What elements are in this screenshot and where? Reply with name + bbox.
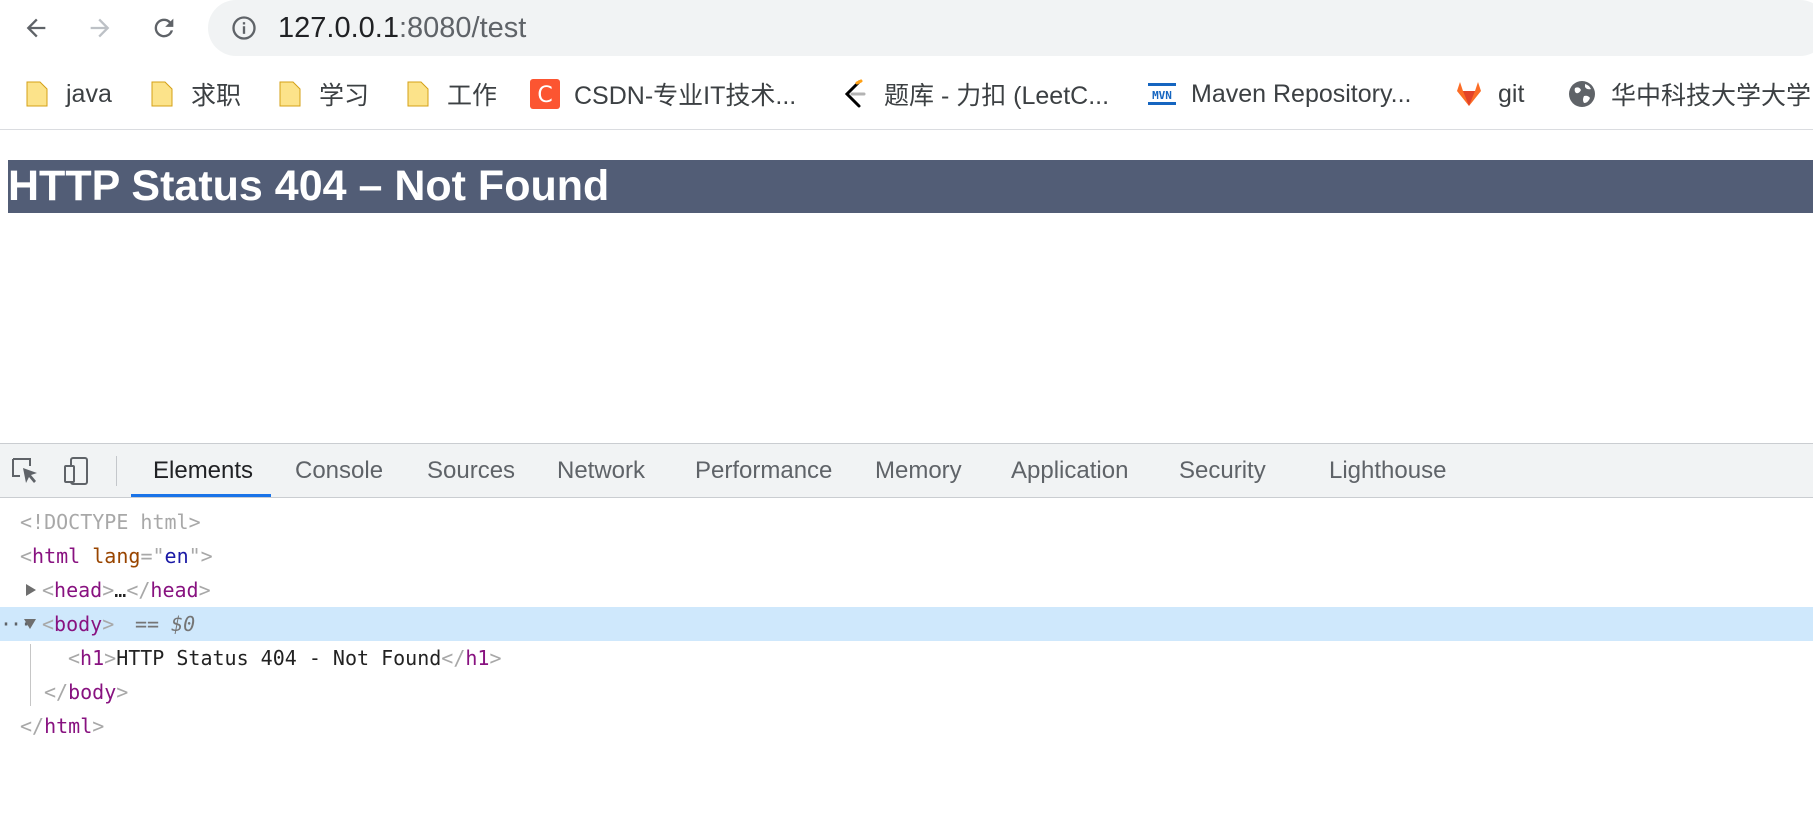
url-text: 127.0.0.1:8080/test <box>278 12 526 45</box>
bookmark-label: 工作 <box>447 82 498 110</box>
bookmark-label: 学习 <box>319 82 370 110</box>
doctype-text: <!DOCTYPE html> <box>20 510 201 534</box>
dom-node-h1[interactable]: <h1>HTTP Status 404 - Not Found</h1> <box>0 641 1813 675</box>
dom-node-body-close[interactable]: </body> <box>0 675 1813 709</box>
url-path: :8080/test <box>398 11 527 44</box>
dom-node-body[interactable]: ··· <body> == $0 <box>0 607 1813 641</box>
bookmark-hust[interactable]: 华中科技大学大学... <box>1567 74 1813 114</box>
dom-node-doctype[interactable]: <!DOCTYPE html> <box>0 505 1813 539</box>
reload-button[interactable] <box>142 6 186 50</box>
bookmark-git[interactable]: git <box>1454 74 1524 114</box>
bookmark-csdn[interactable]: C CSDN-专业IT技术... <box>530 74 796 114</box>
device-icon <box>64 457 88 485</box>
arrow-left-icon <box>26 18 46 38</box>
toolbar-divider <box>0 129 1813 130</box>
browser-toolbar: 127.0.0.1:8080/test <box>0 0 1813 56</box>
head-tag: <head>…</head> <box>42 578 211 602</box>
device-toolbar-button[interactable] <box>60 454 94 488</box>
h1-tag: <h1>HTTP Status 404 - Not Found</h1> <box>68 646 502 670</box>
folder-icon <box>22 79 52 109</box>
inspect-icon <box>12 458 37 483</box>
body-open-tag: <body> <box>42 612 115 636</box>
devtools-tabbar: Elements Console Sources Network Perform… <box>0 444 1813 497</box>
dom-node-head[interactable]: <head>…</head> <box>0 573 1813 607</box>
arrow-right-icon <box>90 18 110 38</box>
url-host: 127.0.0.1 <box>278 11 399 44</box>
tab-memory[interactable]: Memory <box>875 444 962 497</box>
html-close-tag: </html> <box>20 714 105 738</box>
bookmark-label: Maven Repository... <box>1191 79 1412 108</box>
bookmark-qiuzhi[interactable]: 求职 <box>147 74 241 114</box>
dom-node-html[interactable]: <html lang="en"> <box>0 539 1813 573</box>
tab-sources[interactable]: Sources <box>427 444 515 497</box>
devtools-tabbar-divider <box>0 497 1813 498</box>
page-heading: HTTP Status 404 – Not Found <box>8 162 610 210</box>
tab-performance[interactable]: Performance <box>695 444 832 497</box>
body-close-tag: </body> <box>44 680 129 704</box>
leetcode-icon <box>840 79 870 109</box>
bookmarks-bar: java 求职 学习 工作 C CSDN-专业IT技术... 题库 - 力扣 (… <box>0 74 1813 114</box>
expand-triangle-icon[interactable] <box>26 584 36 596</box>
bookmark-label: 华中科技大学大学... <box>1611 82 1813 110</box>
tab-network[interactable]: Network <box>557 444 645 497</box>
bookmark-label: git <box>1498 79 1525 108</box>
bookmark-maven[interactable]: MVN Maven Repository... <box>1147 74 1411 114</box>
maven-icon: MVN <box>1147 79 1177 109</box>
dom-node-html-close[interactable]: </html> <box>0 709 1813 743</box>
selected-node-ref: == $0 <box>135 612 196 636</box>
indent-guide <box>30 644 31 706</box>
bookmark-label: CSDN-专业IT技术... <box>574 82 797 110</box>
bookmark-label: java <box>66 79 112 108</box>
gitlab-icon <box>1454 79 1484 109</box>
bookmark-gongzuo[interactable]: 工作 <box>403 74 497 114</box>
inspect-element-button[interactable] <box>8 454 42 488</box>
bookmark-xuexi[interactable]: 学习 <box>275 74 369 114</box>
tab-application[interactable]: Application <box>1011 444 1128 497</box>
reload-icon <box>154 18 174 38</box>
back-button[interactable] <box>14 6 58 50</box>
info-icon[interactable] <box>230 14 258 42</box>
tab-security[interactable]: Security <box>1179 444 1266 497</box>
address-bar[interactable]: 127.0.0.1:8080/test <box>208 0 1813 56</box>
bookmark-label: 题库 - 力扣 (LeetC... <box>884 82 1110 110</box>
svg-text:C: C <box>537 83 552 108</box>
tab-elements[interactable]: Elements <box>153 444 253 497</box>
html-open-tag: <html lang="en"> <box>20 544 213 568</box>
svg-text:MVN: MVN <box>1152 89 1172 102</box>
bookmark-label: 求职 <box>191 82 242 110</box>
bookmark-java[interactable]: java <box>22 74 112 114</box>
folder-icon <box>403 79 433 109</box>
forward-button[interactable] <box>78 6 122 50</box>
csdn-icon: C <box>530 79 560 109</box>
globe-icon <box>1567 79 1597 109</box>
tab-lighthouse[interactable]: Lighthouse <box>1329 444 1446 497</box>
tab-console[interactable]: Console <box>295 444 383 497</box>
toolbar-separator <box>116 456 117 486</box>
folder-icon <box>147 79 177 109</box>
collapse-triangle-icon[interactable] <box>24 619 36 629</box>
folder-icon <box>275 79 305 109</box>
bookmark-leetcode[interactable]: 题库 - 力扣 (LeetC... <box>840 74 1109 114</box>
